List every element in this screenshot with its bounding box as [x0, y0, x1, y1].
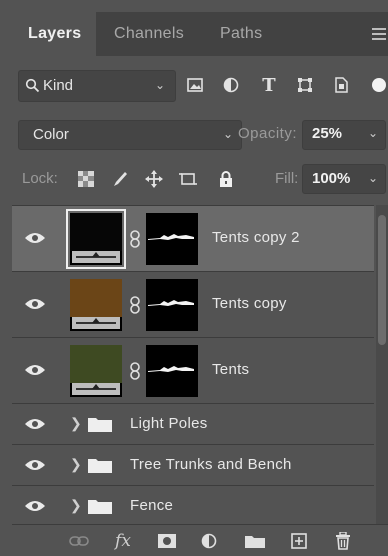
link-chain-icon[interactable]	[128, 296, 142, 314]
chevron-down-icon[interactable]: ⌄	[368, 126, 378, 140]
link-layers-icon[interactable]	[68, 531, 90, 551]
chevron-down-icon: ⌄	[222, 127, 233, 141]
shape-layer-filter-icon[interactable]	[292, 70, 318, 100]
lock-all-icon[interactable]	[214, 166, 238, 192]
panel-footer: fx	[12, 524, 388, 556]
chevron-right-icon[interactable]: ❯	[70, 456, 82, 473]
filter-toggle-icon[interactable]	[366, 70, 388, 100]
layer-name: Tents copy 2	[212, 229, 300, 246]
link-chain-icon[interactable]	[128, 362, 142, 380]
type-layer-filter-icon[interactable]: T	[256, 70, 282, 100]
fill-adjustment-bar	[72, 383, 120, 395]
layer-mask-thumbnail[interactable]	[146, 213, 198, 265]
adjustment-layer-filter-icon[interactable]	[218, 70, 244, 100]
fill-label: Fill:	[275, 170, 299, 187]
new-group-folder-icon[interactable]	[244, 531, 266, 551]
scrollbar[interactable]	[376, 205, 388, 535]
panel-menu-icon[interactable]	[372, 28, 386, 40]
new-layer-icon[interactable]	[288, 531, 310, 551]
folder-icon	[88, 459, 112, 473]
lock-artboard-icon[interactable]	[176, 166, 200, 192]
search-icon	[25, 78, 40, 93]
layer-fill-swatch	[70, 213, 122, 251]
fill-adjustment-bar	[72, 251, 120, 263]
layer-fill-swatch	[70, 279, 122, 317]
layer-group-row[interactable]: ❯ Fence	[12, 485, 374, 526]
new-adjustment-layer-icon[interactable]	[198, 531, 220, 551]
blend-mode-dropdown[interactable]: Color ⌄	[18, 120, 242, 150]
lock-transparent-pixels-icon[interactable]	[74, 166, 98, 192]
layer-row[interactable]: Tents	[12, 337, 374, 403]
folder-icon	[88, 500, 112, 514]
tab-layers[interactable]: Layers	[12, 12, 96, 56]
layer-group-row[interactable]: ❯ Tree Trunks and Bench	[12, 444, 374, 485]
chevron-down-icon[interactable]: ⌄	[368, 171, 378, 185]
folder-icon	[88, 418, 112, 432]
visibility-eye-icon[interactable]	[24, 297, 46, 311]
layer-thumbnail[interactable]	[70, 279, 122, 331]
panel-tabs: Layers Channels Paths	[12, 12, 388, 56]
lock-position-icon[interactable]	[142, 166, 166, 192]
layer-mask-thumbnail[interactable]	[146, 279, 198, 331]
layers-panel: Layers Channels Paths Kind ⌄ T Color ⌄ O…	[12, 12, 388, 556]
pixel-layer-filter-icon[interactable]	[182, 70, 208, 100]
layer-row[interactable]: Tents copy 2	[12, 205, 374, 271]
layer-thumbnail[interactable]	[70, 345, 122, 397]
visibility-eye-icon[interactable]	[24, 231, 46, 245]
group-name: Tree Trunks and Bench	[130, 456, 292, 473]
layer-style-fx-icon[interactable]: fx	[112, 531, 134, 551]
blend-row: Color ⌄ Opacity: 25% ⌄	[12, 120, 388, 150]
layer-thumbnail[interactable]	[66, 209, 126, 269]
group-name: Fence	[130, 497, 174, 514]
tab-paths[interactable]: Paths	[220, 12, 262, 56]
layer-name: Tents	[212, 361, 250, 378]
layer-row[interactable]: Tents copy	[12, 271, 374, 337]
scrollbar-thumb[interactable]	[378, 215, 386, 345]
opacity-value: 25%	[312, 125, 343, 142]
smart-object-filter-icon[interactable]	[328, 70, 354, 100]
fill-adjustment-bar	[72, 317, 120, 329]
chevron-down-icon: ⌄	[154, 78, 165, 92]
link-chain-icon[interactable]	[128, 230, 142, 248]
filter-row: Kind ⌄ T	[12, 70, 388, 102]
visibility-eye-icon[interactable]	[24, 363, 46, 377]
layer-name: Tents copy	[212, 295, 287, 312]
visibility-eye-icon[interactable]	[24, 458, 46, 472]
kind-filter-dropdown[interactable]: Kind ⌄	[18, 70, 176, 102]
lock-label: Lock:	[22, 170, 58, 187]
blend-mode-value: Color	[33, 126, 69, 143]
chevron-right-icon[interactable]: ❯	[70, 497, 82, 514]
visibility-eye-icon[interactable]	[24, 499, 46, 513]
visibility-eye-icon[interactable]	[24, 417, 46, 431]
tab-channels[interactable]: Channels	[114, 12, 184, 56]
chevron-right-icon[interactable]: ❯	[70, 415, 82, 432]
kind-filter-label: Kind	[43, 77, 74, 94]
opacity-label: Opacity:	[238, 125, 298, 142]
layer-fill-swatch	[70, 345, 122, 383]
add-mask-icon[interactable]	[156, 531, 178, 551]
lock-image-pixels-icon[interactable]	[108, 166, 132, 192]
layer-mask-thumbnail[interactable]	[146, 345, 198, 397]
delete-layer-trash-icon[interactable]	[332, 531, 354, 551]
layer-group-row[interactable]: ❯ Light Poles	[12, 403, 374, 444]
lock-row: Lock: Fill: 100% ⌄	[12, 162, 388, 196]
fill-value: 100%	[312, 170, 351, 187]
group-name: Light Poles	[130, 415, 208, 432]
